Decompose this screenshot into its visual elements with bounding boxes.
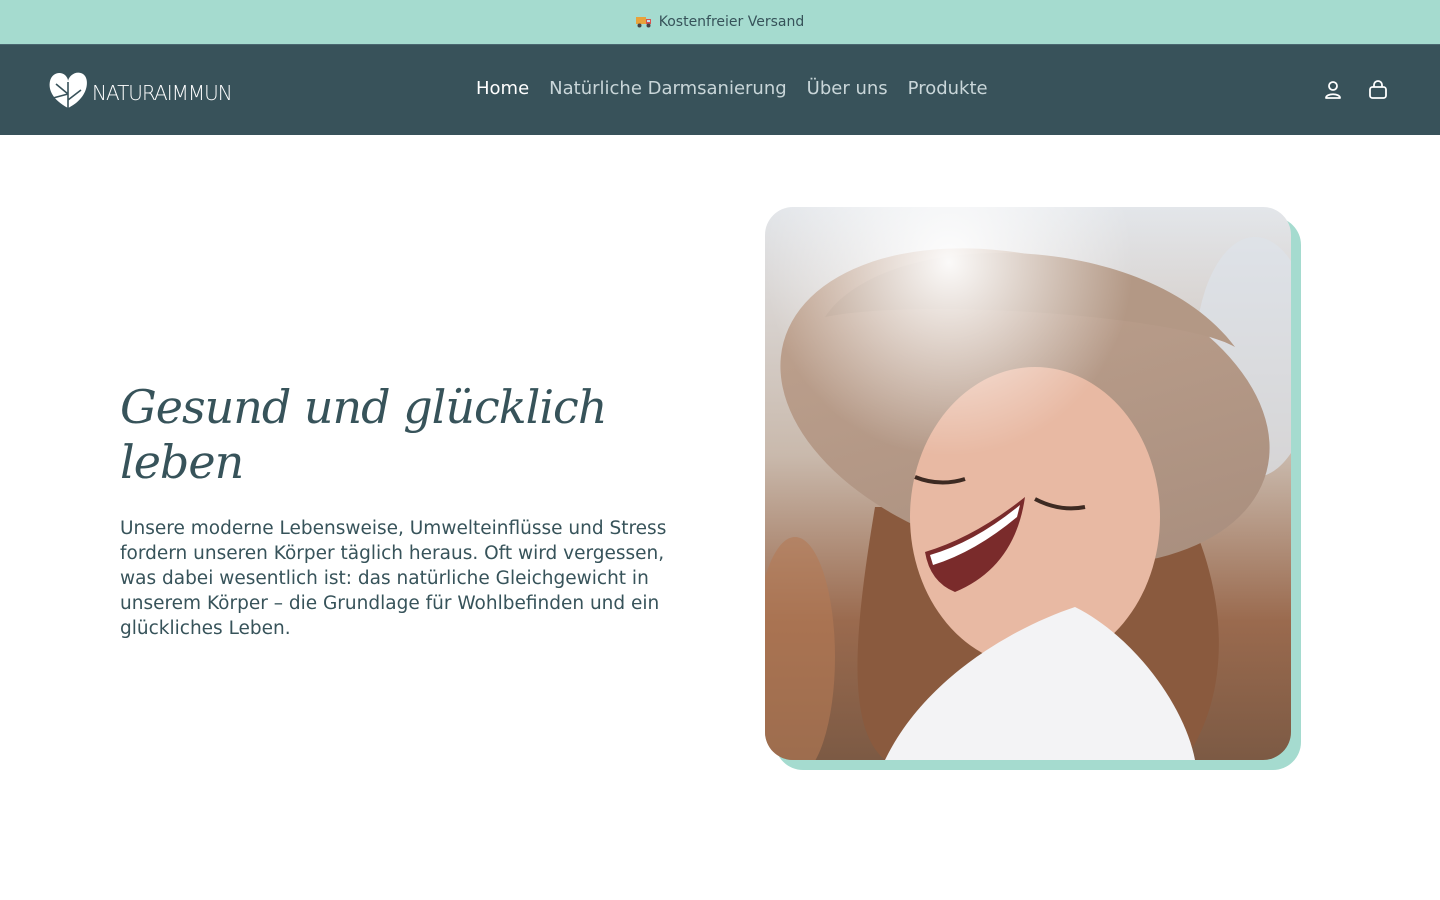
leaf-heart-logo-icon [49, 72, 87, 108]
logo-text: NATURAIMMUN [92, 81, 233, 105]
hero-text: Gesund und glücklich leben Unsere modern… [120, 380, 720, 641]
hero-image-frame [765, 207, 1301, 770]
hero-title: Gesund und glücklich leben [120, 380, 607, 490]
hero-photo [765, 207, 1291, 760]
header-icons [1324, 80, 1388, 100]
truck-icon [635, 15, 653, 28]
account-icon[interactable] [1324, 80, 1342, 100]
announcement-text: Kostenfreier Versand [658, 14, 805, 30]
cart-icon[interactable] [1368, 80, 1388, 100]
nav-item-produkte[interactable]: Produkte [908, 78, 988, 99]
nav-item-ueber-uns[interactable]: Über uns [807, 78, 888, 99]
announcement-bar: Kostenfreier Versand [0, 0, 1440, 44]
nav-item-darmsanierung[interactable]: Natürliche Darmsanierung [549, 78, 787, 99]
nav-item-home[interactable]: Home [476, 78, 529, 99]
site-header: NATURAIMMUN Home Natürliche Darmsanierun… [0, 44, 1440, 135]
hero-body: Unsere moderne Lebensweise, Umwelteinflü… [120, 518, 667, 640]
main-nav: Home Natürliche Darmsanierung Über uns P… [476, 78, 988, 99]
logo[interactable]: NATURAIMMUN [47, 68, 233, 110]
